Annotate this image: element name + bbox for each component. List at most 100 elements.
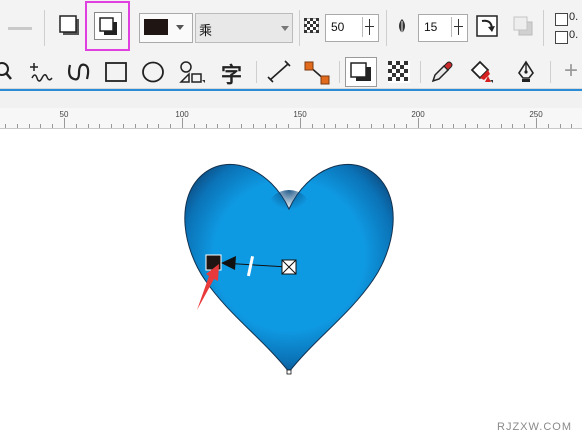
shadow-direction-icon[interactable] (473, 12, 501, 40)
ruler-tick (571, 124, 573, 128)
transparency-icon (303, 17, 320, 34)
ruler-tick (229, 124, 231, 128)
ruler-tick (288, 124, 290, 128)
ruler-tick (370, 124, 372, 128)
ruler-tick (536, 118, 537, 128)
flyout-indicator (202, 80, 205, 83)
drop-shadow-icon[interactable] (94, 12, 122, 40)
ruler-label: 100 (175, 110, 189, 119)
zoom-tool-icon[interactable] (0, 59, 14, 83)
ruler-tick (40, 124, 42, 128)
position-value-x[interactable]: 0. (569, 11, 578, 23)
ruler-tick (75, 124, 77, 128)
ruler-tick (134, 124, 136, 128)
copy-shadow-icon (509, 12, 537, 40)
ruler-label: 200 (411, 110, 425, 119)
flyout-indicator (490, 80, 493, 83)
ruler-tick (300, 118, 301, 128)
ruler-tick (146, 124, 148, 128)
ruler-tick (311, 124, 313, 128)
separator (299, 10, 300, 46)
ruler-tick (359, 124, 360, 128)
ruler-tick (52, 124, 54, 128)
transparency-field[interactable]: 50 (325, 14, 379, 42)
property-bar: 乘 50 15 0. 0. (0, 0, 582, 55)
ruler-tick (406, 124, 408, 128)
ruler-tick (205, 124, 207, 128)
ruler-tick (347, 124, 349, 128)
flat-shadow-icon[interactable] (56, 12, 82, 38)
shadow-start-handle-icon[interactable] (281, 259, 297, 275)
separator (339, 61, 340, 83)
add-tool-icon[interactable]: + (564, 57, 578, 85)
heart-bottom-node[interactable] (286, 369, 292, 375)
blend-mode-value: 乘 (199, 23, 213, 38)
ruler-tick (99, 124, 101, 128)
separator (256, 61, 257, 83)
dimension-tool-icon[interactable] (264, 59, 294, 85)
transparency-tool-icon[interactable] (385, 59, 413, 85)
ruler-tick (465, 124, 467, 128)
blend-mode-chevron-icon[interactable] (281, 26, 289, 31)
outline-pen-tool-icon[interactable] (512, 59, 540, 85)
ruler-tick (323, 124, 325, 128)
feather-icon (394, 17, 410, 35)
ruler-tick (28, 124, 30, 128)
ruler-tick (500, 124, 502, 128)
ruler-tick (547, 124, 549, 128)
separator (386, 10, 387, 46)
ruler-tick (524, 124, 526, 128)
line-width-icon[interactable] (8, 27, 32, 30)
ruler-tick (170, 124, 172, 128)
separator (550, 61, 551, 83)
horizontal-ruler[interactable]: 50 100 150 200 250 (0, 108, 582, 129)
separator (543, 10, 544, 46)
ruler-tick (217, 124, 219, 128)
separator (44, 10, 45, 46)
feather-stepper-icon[interactable] (451, 17, 466, 37)
rectangle-tool-icon[interactable] (102, 59, 130, 85)
feather-field[interactable]: 15 (418, 14, 468, 42)
color-dropdown-chevron-icon[interactable] (176, 25, 184, 30)
ruler-tick (111, 124, 113, 128)
ellipse-tool-icon[interactable] (139, 59, 167, 85)
transparency-value: 50 (331, 20, 345, 34)
ruler-label: 50 (59, 110, 69, 119)
ruler-tick (477, 124, 478, 128)
ruler-tick (87, 124, 89, 128)
ruler-label: 150 (293, 110, 307, 119)
transparency-stepper-icon[interactable] (362, 17, 377, 37)
heart-top-shadow (267, 190, 311, 230)
ruler-tick (453, 124, 455, 128)
shadow-color-picker[interactable] (139, 13, 193, 43)
artistic-media-tool-icon[interactable] (64, 58, 94, 86)
ruler-tick (512, 124, 514, 128)
drop-shadow-tool-icon[interactable] (345, 57, 377, 87)
connector-tool-icon[interactable] (301, 59, 333, 87)
blend-mode-select[interactable]: 乘 (195, 13, 293, 43)
ruler-tick (123, 124, 124, 128)
ruler-tick (418, 118, 419, 128)
watermark-text: RJZXW.COM (497, 421, 572, 433)
freehand-tool-icon[interactable] (27, 59, 55, 85)
eyedropper-tool-icon[interactable] (428, 59, 456, 85)
ruler-tick (382, 124, 384, 128)
position-value-y[interactable]: 0. (569, 29, 578, 41)
ruler-tick (193, 124, 195, 128)
ruler-tick (158, 124, 160, 128)
drawing-canvas[interactable]: RJZXW.COM (0, 129, 582, 439)
ruler-tick (429, 124, 431, 128)
ruler-tick (335, 124, 337, 128)
text-tool-icon[interactable]: 字 (221, 59, 242, 89)
document-tab-strip (0, 91, 582, 108)
ruler-tick (252, 124, 254, 128)
ruler-tick (241, 124, 242, 128)
size-icon (555, 31, 568, 44)
ruler-tick (559, 124, 561, 128)
ruler-label: 250 (529, 110, 543, 119)
separator (420, 61, 421, 83)
shadow-color-swatch (144, 19, 168, 35)
ruler-tick (264, 124, 266, 128)
ruler-tick (182, 118, 183, 128)
toolbox: 字 + (0, 55, 582, 89)
